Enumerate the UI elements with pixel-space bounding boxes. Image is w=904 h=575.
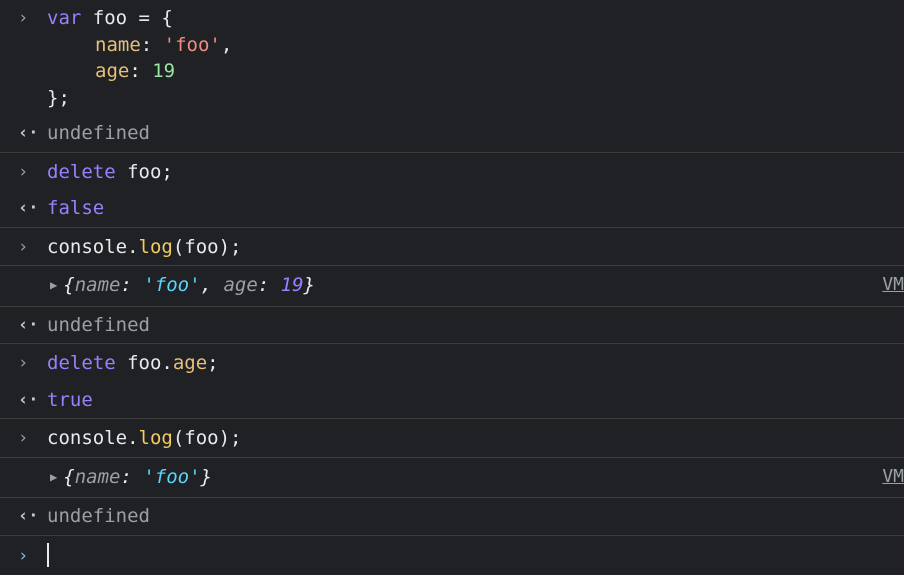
- code-text[interactable]: name: 'foo',: [95, 32, 232, 59]
- code-token: :: [129, 60, 153, 82]
- return-arrow-icon: ‹·: [18, 198, 39, 218]
- return-arrow-icon: ‹·: [18, 389, 39, 410]
- code-token: :: [257, 274, 281, 296]
- console-result-entry: ‹· undefined: [0, 115, 904, 153]
- code-token: }: [303, 274, 315, 296]
- source-location-link[interactable]: VM: [882, 272, 904, 299]
- console-input-entry: › console.log(foo);: [0, 419, 904, 458]
- code-token: foo = {: [81, 7, 173, 29]
- code-token: ,: [220, 33, 233, 56]
- object-preview[interactable]: ▶ {name: 'foo'}: [50, 464, 212, 491]
- chevron-right-icon: ›: [18, 353, 29, 373]
- prompt-chevron-icon: ›: [18, 545, 29, 566]
- console-input-entry: › console.log(foo);: [0, 228, 904, 266]
- code-token: :: [140, 33, 164, 56]
- code-token: age: [223, 274, 258, 296]
- result-value: undefined: [47, 313, 150, 336]
- code-token: name: [74, 465, 121, 488]
- code-token: foo.: [115, 352, 173, 374]
- console-log-entry: ▶ {name: 'foo', age: 19} VM: [0, 266, 904, 307]
- code-text[interactable]: age: 19: [95, 58, 175, 85]
- chevron-right-icon: ›: [18, 8, 29, 28]
- result-line: ‹· false: [0, 195, 904, 222]
- code-token: foo;: [115, 160, 173, 183]
- code-token: age: [172, 352, 208, 374]
- code-token: console.: [47, 235, 139, 258]
- code-line: };: [0, 85, 904, 112]
- console-input-entry: › delete foo.age;: [0, 344, 904, 382]
- code-token: delete: [47, 160, 116, 183]
- console-input-entry: › delete foo;: [0, 153, 904, 191]
- text-caret: [47, 542, 49, 567]
- code-text[interactable]: var foo = {: [47, 5, 173, 32]
- result-line: ‹· true: [0, 387, 904, 414]
- code-line: › var foo = {: [0, 5, 904, 32]
- code-token: 'foo': [163, 33, 221, 56]
- code-token: {: [63, 465, 75, 488]
- console-prompt: ›: [0, 536, 904, 570]
- code-token: var: [47, 7, 82, 29]
- code-line: › delete foo;: [0, 159, 904, 186]
- code-line: age: 19: [0, 58, 904, 85]
- result-value: undefined: [47, 505, 150, 527]
- return-arrow-icon: ‹·: [18, 506, 39, 526]
- code-token: delete: [47, 352, 116, 374]
- code-token: console.: [47, 427, 139, 449]
- code-token: };: [47, 86, 70, 109]
- console-result-entry: ‹· undefined: [0, 498, 904, 536]
- return-arrow-icon: ‹·: [18, 314, 39, 335]
- result-line: ‹· undefined: [0, 312, 904, 339]
- object-preview[interactable]: ▶ {name: 'foo', age: 19}: [50, 272, 315, 299]
- code-token: age: [95, 60, 130, 82]
- log-line: ▶ {name: 'foo', age: 19} VM: [0, 272, 904, 299]
- code-line: › console.log(foo);: [0, 425, 904, 452]
- code-token: log: [138, 235, 173, 258]
- console-input-field[interactable]: [47, 542, 49, 570]
- console-result-entry: ‹· true: [0, 382, 904, 419]
- code-token: 'foo': [143, 465, 201, 488]
- code-line: › console.log(foo);: [0, 234, 904, 261]
- code-token: log: [138, 427, 173, 449]
- code-token: }: [200, 465, 212, 488]
- result-line: ‹· undefined: [0, 503, 904, 530]
- expand-triangle-icon[interactable]: ▶: [50, 464, 57, 491]
- result-value: false: [47, 197, 105, 219]
- code-token: (foo);: [172, 235, 242, 258]
- code-line: name: 'foo',: [0, 32, 904, 59]
- chevron-right-icon: ›: [18, 236, 29, 257]
- code-text[interactable]: delete foo.age;: [47, 350, 219, 377]
- log-line: ▶ {name: 'foo'} VM: [0, 464, 904, 491]
- code-token: ;: [207, 352, 219, 374]
- code-line: › delete foo.age;: [0, 350, 904, 377]
- code-text[interactable]: };: [47, 85, 70, 112]
- code-token: :: [120, 274, 144, 296]
- console-log-entry: ▶ {name: 'foo'} VM: [0, 458, 904, 498]
- code-text[interactable]: console.log(foo);: [47, 425, 241, 452]
- console-result-entry: ‹· false: [0, 190, 904, 228]
- result-line: ‹· undefined: [0, 120, 904, 147]
- console-input-entry: › var foo = {name: 'foo', age: 19};: [0, 0, 904, 115]
- code-text[interactable]: console.log(foo);: [47, 234, 241, 261]
- code-token: ,: [200, 274, 224, 296]
- code-token: 'foo': [143, 274, 201, 296]
- source-location-link[interactable]: VM: [882, 464, 904, 491]
- code-token: (foo);: [172, 427, 242, 449]
- code-token: name: [74, 274, 121, 296]
- code-token: {: [63, 274, 75, 296]
- code-text[interactable]: delete foo;: [47, 159, 173, 186]
- prompt-line[interactable]: ›: [0, 542, 904, 570]
- chevron-right-icon: ›: [18, 161, 29, 182]
- console-panel: › var foo = {name: 'foo', age: 19}; ‹· undef…: [0, 0, 904, 575]
- chevron-right-icon: ›: [18, 428, 29, 448]
- expand-triangle-icon[interactable]: ▶: [50, 272, 57, 299]
- code-token: name: [95, 33, 141, 56]
- code-token: :: [120, 465, 144, 488]
- code-token: 19: [152, 60, 176, 82]
- result-value: undefined: [47, 122, 150, 144]
- console-result-entry: ‹· undefined: [0, 307, 904, 344]
- return-arrow-icon: ‹·: [18, 123, 39, 143]
- result-value: true: [47, 388, 93, 411]
- code-token: 19: [280, 274, 304, 296]
